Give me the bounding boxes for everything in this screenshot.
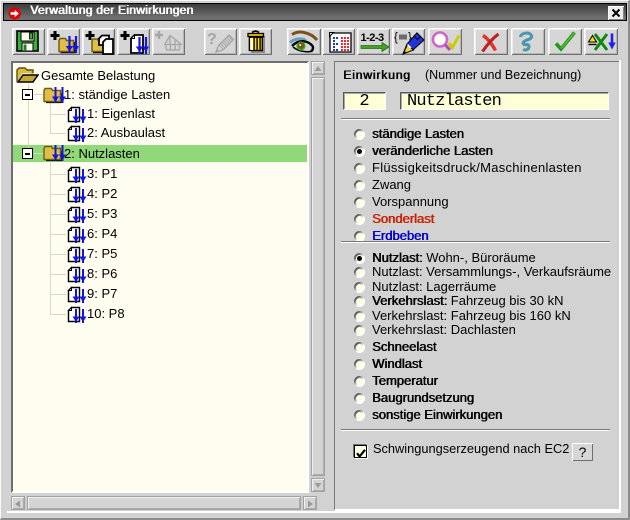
svg-text:?: ? (207, 31, 217, 48)
svg-text:1-2-3: 1-2-3 (361, 32, 385, 44)
svg-text:{: { (394, 32, 398, 44)
